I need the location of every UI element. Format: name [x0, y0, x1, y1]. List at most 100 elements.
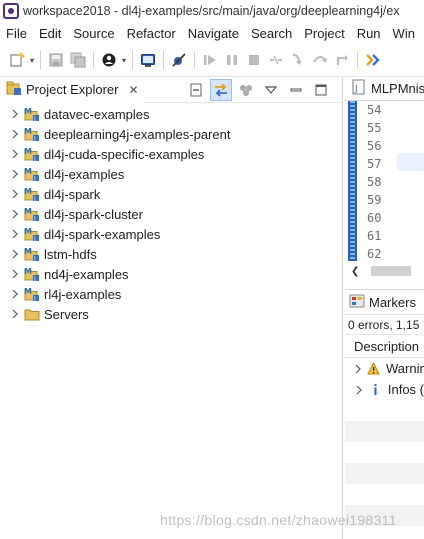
menu-refactor[interactable]: Refactor: [121, 26, 182, 41]
svg-text:M: M: [24, 227, 32, 236]
maven-project-icon: MJ: [24, 246, 40, 262]
markers-summary: 0 errors, 1,15: [345, 314, 424, 334]
maven-project-icon: MJ: [24, 226, 40, 242]
tree-item[interactable]: M Jdl4j-cuda-specific-examples: [0, 144, 342, 164]
horizontal-scrollbar[interactable]: ❮: [345, 263, 424, 279]
tree-item-label: rl4j-examples: [44, 286, 122, 302]
svg-text:M: M: [24, 207, 32, 216]
new-dropdown-icon[interactable]: ▾: [28, 56, 36, 65]
menu-navigate[interactable]: Navigate: [182, 26, 245, 41]
collapse-all-icon[interactable]: [185, 79, 207, 101]
tree-item[interactable]: M Jdl4j-spark: [0, 184, 342, 204]
chevron-right-icon[interactable]: [9, 208, 21, 220]
svg-text:J: J: [33, 156, 36, 163]
minimize-icon[interactable]: [285, 79, 307, 101]
menu-edit[interactable]: Edit: [33, 26, 67, 41]
chevron-right-icon[interactable]: [353, 364, 363, 374]
tree-item[interactable]: M Jdatavec-examples: [0, 104, 342, 124]
tree-item-label: dl4j-spark: [44, 186, 101, 202]
skip-breakpoints-icon[interactable]: [168, 49, 190, 71]
chevron-right-icon[interactable]: [9, 228, 21, 240]
tree-item[interactable]: M Jdl4j-spark-examples: [0, 224, 342, 244]
terminate-icon[interactable]: [243, 49, 265, 71]
line-number: 60: [367, 211, 382, 225]
focus-on-task-icon[interactable]: [235, 79, 257, 101]
view-menu-icon[interactable]: [260, 79, 282, 101]
debug-profile-icon[interactable]: [98, 49, 120, 71]
svg-text:M: M: [24, 267, 32, 276]
chevron-right-icon[interactable]: [9, 308, 21, 320]
resume-icon[interactable]: [199, 49, 221, 71]
toolbar-separator: [132, 51, 133, 69]
maven-project-icon: MJ: [24, 166, 40, 182]
line-number: 58: [367, 175, 382, 189]
chevron-right-icon[interactable]: [9, 268, 21, 280]
marker-label: Warnin: [386, 361, 424, 376]
svg-text:M: M: [24, 287, 32, 296]
tree-item[interactable]: Servers: [0, 304, 342, 324]
markers-tab-title[interactable]: Markers: [369, 295, 416, 310]
svg-text:M: M: [24, 187, 32, 196]
marker-row-infos[interactable]: Infos (: [345, 379, 424, 400]
chevron-right-icon[interactable]: [9, 248, 21, 260]
tree-item[interactable]: M Jrl4j-examples: [0, 284, 342, 304]
project-explorer-title: Project Explorer: [26, 82, 119, 97]
chevron-right-icon[interactable]: [9, 288, 21, 300]
maximize-icon[interactable]: [310, 79, 332, 101]
chevron-right-icon[interactable]: [9, 128, 21, 140]
disconnect-icon[interactable]: [265, 49, 287, 71]
console-icon[interactable]: [137, 49, 159, 71]
editor-tab-title[interactable]: MLPMnist: [371, 81, 424, 96]
tab-project-explorer[interactable]: Project Explorer ✕: [0, 76, 145, 103]
save-all-icon[interactable]: [67, 49, 89, 71]
tree-item[interactable]: M Jdl4j-examples: [0, 164, 342, 184]
folder-icon: [24, 306, 40, 322]
tree-item[interactable]: M Jdeeplearning4j-examples-parent: [0, 124, 342, 144]
menu-window[interactable]: Win: [387, 26, 421, 41]
scrollbar-thumb[interactable]: [371, 266, 412, 276]
chevron-right-icon[interactable]: [9, 188, 21, 200]
step-return-icon[interactable]: [331, 49, 353, 71]
link-with-editor-icon[interactable]: [210, 78, 232, 101]
tree-item[interactable]: M Jlstm-hdfs: [0, 244, 342, 264]
chevron-right-icon[interactable]: [9, 108, 21, 120]
window-title: workspace2018 - dl4j-examples/src/main/j…: [23, 4, 400, 18]
toolbar-separator: [194, 51, 195, 69]
toolbar-separator: [357, 51, 358, 69]
maven-project-icon: MJ: [24, 146, 40, 162]
scroll-left-icon[interactable]: ❮: [351, 266, 359, 277]
suspend-icon[interactable]: [221, 49, 243, 71]
toolbar-separator: [163, 51, 164, 69]
project-tree: M Jdatavec-examples M Jdeeplearning4j-examp…: [0, 104, 342, 324]
marker-row-warnings[interactable]: Warnin: [345, 358, 424, 379]
maven-project-icon: MJ: [24, 206, 40, 222]
line-number: 55: [367, 121, 382, 135]
new-icon[interactable]: [6, 49, 28, 71]
column-header-description[interactable]: Description: [345, 334, 424, 358]
menu-search[interactable]: Search: [245, 26, 298, 41]
maven-project-icon: MJ: [24, 106, 40, 122]
chevron-right-icon[interactable]: [9, 168, 21, 180]
svg-text:M: M: [24, 247, 32, 256]
chevron-right-icon[interactable]: [9, 148, 21, 160]
save-icon[interactable]: [45, 49, 67, 71]
tree-item[interactable]: M Jnd4j-examples: [0, 264, 342, 284]
menu-file[interactable]: File: [0, 26, 33, 41]
close-icon[interactable]: ✕: [128, 83, 138, 97]
step-over-icon[interactable]: [309, 49, 331, 71]
main-toolbar: ▾ ▾: [0, 44, 424, 76]
step-into-icon[interactable]: [287, 49, 309, 71]
maven-project-icon: MJ: [24, 186, 40, 202]
line-number: 54: [367, 103, 382, 117]
menu-source[interactable]: Source: [67, 26, 120, 41]
open-type-icon[interactable]: [362, 49, 384, 71]
tree-item[interactable]: M Jdl4j-spark-cluster: [0, 204, 342, 224]
title-bar: workspace2018 - dl4j-examples/src/main/j…: [0, 0, 424, 22]
menu-run[interactable]: Run: [351, 26, 387, 41]
line-number: 57: [367, 157, 382, 171]
profile-dropdown-icon[interactable]: ▾: [120, 56, 128, 65]
svg-text:J: J: [33, 176, 36, 183]
svg-text:J: J: [33, 136, 36, 143]
menu-project[interactable]: Project: [298, 26, 350, 41]
chevron-right-icon[interactable]: [353, 385, 364, 395]
